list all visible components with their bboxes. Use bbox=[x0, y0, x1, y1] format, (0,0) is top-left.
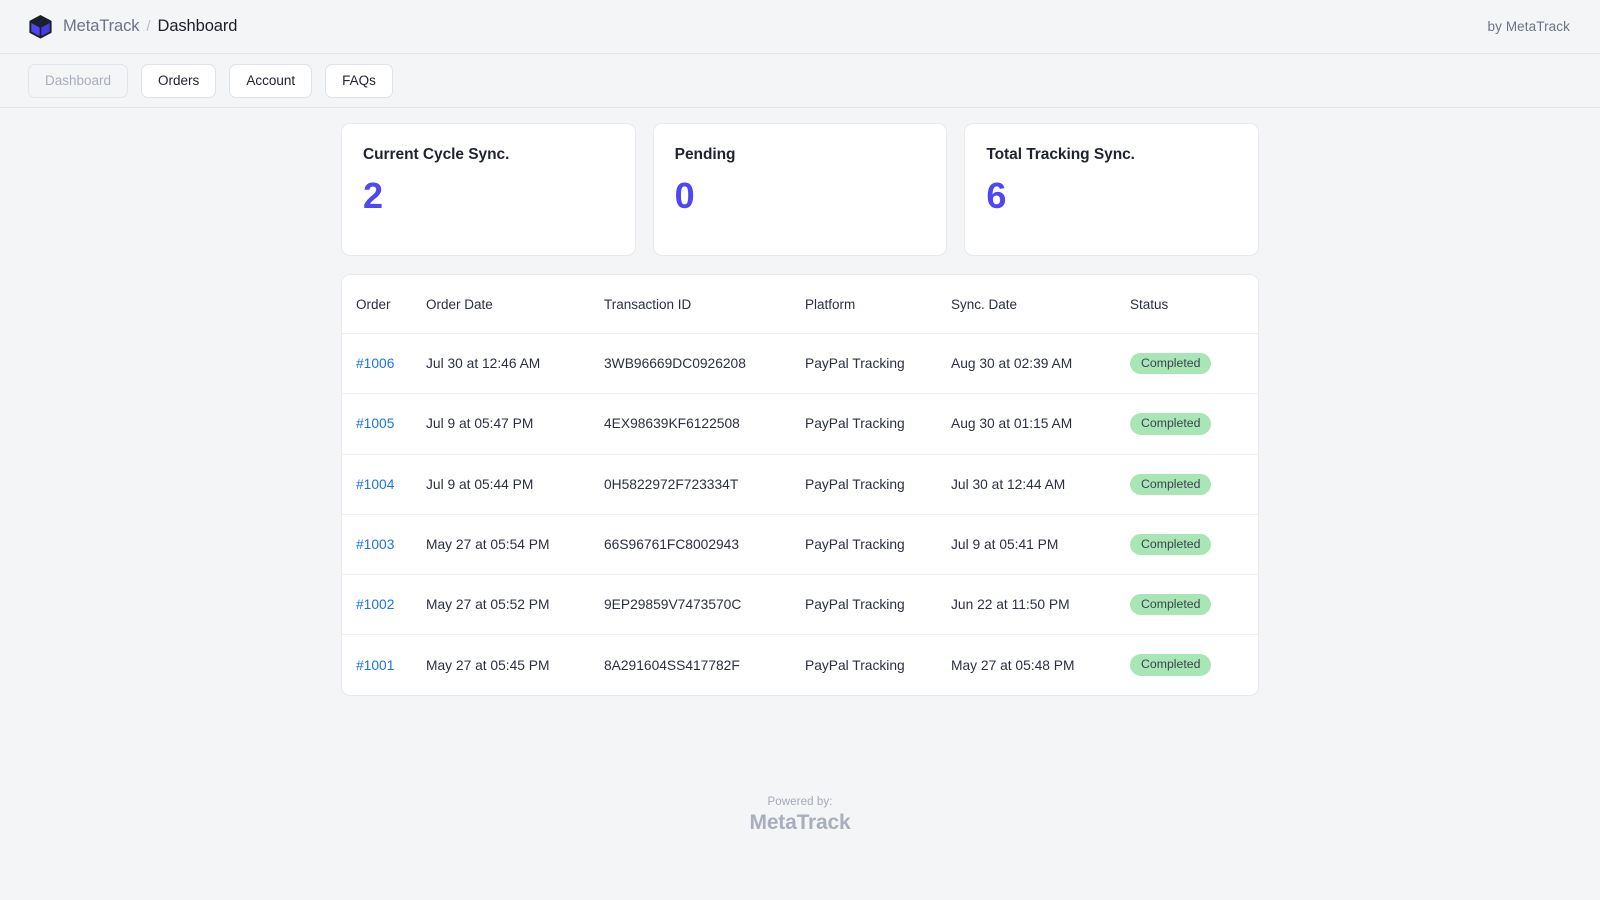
footer-powered-by: Powered by: bbox=[341, 796, 1259, 808]
cell-order-date: May 27 at 05:45 PM bbox=[426, 635, 604, 695]
nav-button-dashboard[interactable]: Dashboard bbox=[28, 64, 128, 98]
cell-order: #1006 bbox=[342, 334, 426, 394]
column-header-order: Order bbox=[342, 275, 426, 334]
cell-transaction-id: 4EX98639KF6122508 bbox=[604, 394, 805, 454]
cell-platform: PayPal Tracking bbox=[805, 635, 951, 695]
cell-platform: PayPal Tracking bbox=[805, 334, 951, 394]
cell-order-date: Jul 30 at 12:46 AM bbox=[426, 334, 604, 394]
order-link[interactable]: #1004 bbox=[356, 477, 394, 492]
stat-card-total-tracking-sync: Total Tracking Sync. 6 bbox=[964, 123, 1259, 256]
orders-table: Order Order Date Transaction ID Platform… bbox=[342, 275, 1258, 695]
cell-status: Completed bbox=[1130, 635, 1258, 695]
column-header-order-date: Order Date bbox=[426, 275, 604, 334]
cell-transaction-id: 0H5822972F723334T bbox=[604, 454, 805, 514]
stat-card-value: 2 bbox=[363, 178, 613, 214]
nav-button-account[interactable]: Account bbox=[229, 64, 312, 98]
cell-order-date: Jul 9 at 05:47 PM bbox=[426, 394, 604, 454]
stat-card-value: 6 bbox=[986, 178, 1236, 214]
cell-order: #1003 bbox=[342, 514, 426, 574]
status-badge: Completed bbox=[1130, 474, 1211, 495]
cell-order: #1002 bbox=[342, 575, 426, 635]
cell-order-date: Jul 9 at 05:44 PM bbox=[426, 454, 604, 514]
orders-table-head: Order Order Date Transaction ID Platform… bbox=[342, 275, 1258, 334]
page-title: Dashboard bbox=[158, 17, 238, 36]
column-header-sync-date: Sync. Date bbox=[951, 275, 1130, 334]
footer-brand: MetaTrack bbox=[341, 811, 1259, 835]
cell-platform: PayPal Tracking bbox=[805, 394, 951, 454]
header-attribution: by MetaTrack bbox=[1488, 19, 1570, 34]
nav-button-orders[interactable]: Orders bbox=[141, 64, 216, 98]
stat-card-title: Current Cycle Sync. bbox=[363, 146, 613, 164]
cell-transaction-id: 66S96761FC8002943 bbox=[604, 514, 805, 574]
order-link[interactable]: #1001 bbox=[356, 658, 394, 673]
status-badge: Completed bbox=[1130, 654, 1211, 675]
table-row: #1003 May 27 at 05:54 PM66S96761FC8002943… bbox=[342, 514, 1258, 574]
column-header-status: Status bbox=[1130, 275, 1258, 334]
orders-table-card: Order Order Date Transaction ID Platform… bbox=[341, 274, 1259, 696]
table-row: #1001 May 27 at 05:45 PM8A291604SS417782F… bbox=[342, 635, 1258, 695]
order-link[interactable]: #1005 bbox=[356, 416, 394, 431]
cell-platform: PayPal Tracking bbox=[805, 575, 951, 635]
stat-card-group: Current Cycle Sync. 2 Pending 0 Total Tr… bbox=[341, 123, 1259, 256]
cube-icon bbox=[28, 14, 53, 39]
order-link[interactable]: #1006 bbox=[356, 356, 394, 371]
table-header-row: Order Order Date Transaction ID Platform… bbox=[342, 275, 1258, 334]
stat-card-title: Total Tracking Sync. bbox=[986, 146, 1236, 164]
cell-sync-date: Aug 30 at 01:15 AM bbox=[951, 394, 1130, 454]
cell-transaction-id: 3WB96669DC0926208 bbox=[604, 334, 805, 394]
cell-platform: PayPal Tracking bbox=[805, 454, 951, 514]
cell-sync-date: May 27 at 05:48 PM bbox=[951, 635, 1130, 695]
status-badge: Completed bbox=[1130, 353, 1211, 374]
page-footer: Powered by: MetaTrack bbox=[341, 796, 1259, 835]
cell-status: Completed bbox=[1130, 454, 1258, 514]
cell-order: #1005 bbox=[342, 394, 426, 454]
cell-order-date: May 27 at 05:52 PM bbox=[426, 575, 604, 635]
cell-transaction-id: 8A291604SS417782F bbox=[604, 635, 805, 695]
main-canvas: Current Cycle Sync. 2 Pending 0 Total Tr… bbox=[0, 108, 1600, 900]
stat-card-value: 0 bbox=[675, 178, 925, 214]
cell-transaction-id: 9EP29859V7473570C bbox=[604, 575, 805, 635]
stat-card-current-cycle-sync: Current Cycle Sync. 2 bbox=[341, 123, 636, 256]
table-row: #1004 Jul 9 at 05:44 PM0H5822972F723334TP… bbox=[342, 454, 1258, 514]
status-badge: Completed bbox=[1130, 413, 1211, 434]
table-row: #1005 Jul 9 at 05:47 PM4EX98639KF6122508P… bbox=[342, 394, 1258, 454]
cell-sync-date: Jul 9 at 05:41 PM bbox=[951, 514, 1130, 574]
stat-card-pending: Pending 0 bbox=[653, 123, 948, 256]
orders-table-body: #1006 Jul 30 at 12:46 AM3WB96669DC0926208… bbox=[342, 334, 1258, 695]
cell-order: #1004 bbox=[342, 454, 426, 514]
app-header: MetaTrack / Dashboard by MetaTrack bbox=[0, 0, 1600, 54]
nav-button-faqs[interactable]: FAQs bbox=[325, 64, 393, 98]
cell-sync-date: Jun 22 at 11:50 PM bbox=[951, 575, 1130, 635]
order-link[interactable]: #1003 bbox=[356, 537, 394, 552]
cell-status: Completed bbox=[1130, 394, 1258, 454]
cell-order-date: May 27 at 05:54 PM bbox=[426, 514, 604, 574]
status-badge: Completed bbox=[1130, 534, 1211, 555]
cell-platform: PayPal Tracking bbox=[805, 514, 951, 574]
column-header-transaction-id: Transaction ID bbox=[604, 275, 805, 334]
cell-status: Completed bbox=[1130, 575, 1258, 635]
table-row: #1002 May 27 at 05:52 PM9EP29859V7473570C… bbox=[342, 575, 1258, 635]
breadcrumb: MetaTrack / Dashboard bbox=[28, 14, 237, 39]
stat-card-title: Pending bbox=[675, 146, 925, 164]
cell-status: Completed bbox=[1130, 514, 1258, 574]
cell-order: #1001 bbox=[342, 635, 426, 695]
column-header-platform: Platform bbox=[805, 275, 951, 334]
cell-sync-date: Jul 30 at 12:44 AM bbox=[951, 454, 1130, 514]
table-row: #1006 Jul 30 at 12:46 AM3WB96669DC0926208… bbox=[342, 334, 1258, 394]
status-badge: Completed bbox=[1130, 594, 1211, 615]
cell-status: Completed bbox=[1130, 334, 1258, 394]
breadcrumb-separator: / bbox=[146, 18, 150, 35]
order-link[interactable]: #1002 bbox=[356, 597, 394, 612]
cell-sync-date: Aug 30 at 02:39 AM bbox=[951, 334, 1130, 394]
primary-nav: Dashboard Orders Account FAQs bbox=[0, 54, 1600, 108]
brand-name[interactable]: MetaTrack bbox=[63, 17, 139, 36]
